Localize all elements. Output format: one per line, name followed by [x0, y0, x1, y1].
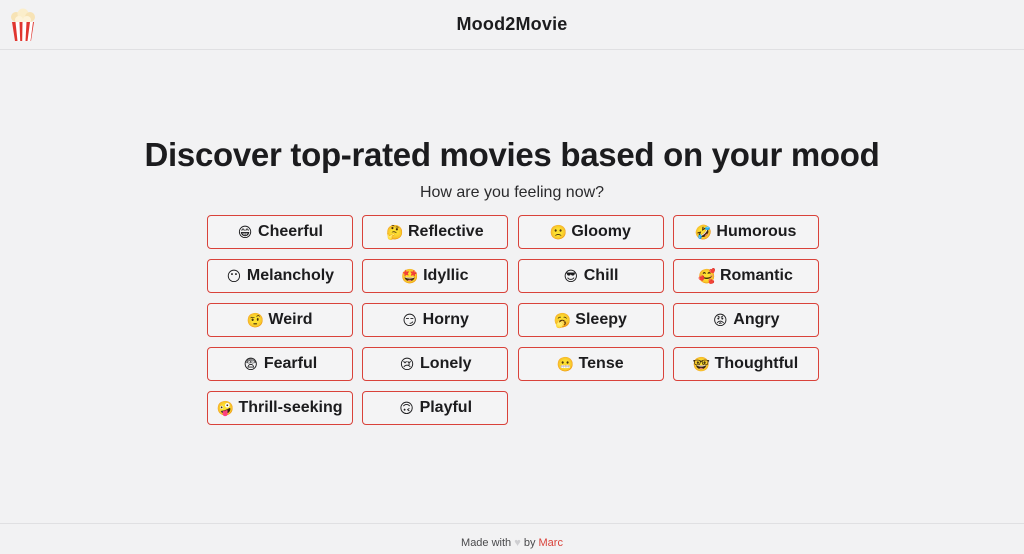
- mood-grid: 😁 Cheerful 🤔 Reflective 🙁 Gloomy 🤣 Humor…: [207, 215, 819, 425]
- mood-button-weird[interactable]: 🤨 Weird: [207, 303, 353, 337]
- nerd-face-icon: 🤓: [692, 356, 711, 372]
- mood-label: Angry: [733, 311, 780, 328]
- smiling-face-hearts-icon: 🥰: [698, 268, 716, 284]
- mood-button-sleepy[interactable]: 🥱 Sleepy: [517, 303, 664, 337]
- heart-icon: ♥: [514, 537, 521, 549]
- mood-label: Horny: [422, 311, 469, 328]
- mood-button-reflective[interactable]: 🤔 Reflective: [362, 215, 509, 249]
- yawning-face-icon: 🥱: [553, 312, 572, 328]
- mood-button-horny[interactable]: 😏 Horny: [362, 303, 509, 337]
- face-without-mouth-icon: 😶: [226, 268, 242, 284]
- mood-label: Romantic: [719, 267, 793, 284]
- mood-label: Gloomy: [571, 223, 631, 240]
- mood-label: Chill: [583, 267, 619, 284]
- mood-label: Humorous: [716, 223, 797, 240]
- upside-down-face-icon: 🙃: [399, 400, 414, 416]
- mood-button-idyllic[interactable]: 🤩 Idyllic: [362, 259, 509, 293]
- mood-label: Reflective: [408, 223, 484, 240]
- frowning-face-icon: 🙁: [549, 224, 568, 240]
- mood-label: Sleepy: [575, 311, 627, 328]
- mood-label: Lonely: [420, 355, 472, 372]
- star-struck-face-icon: 🤩: [401, 268, 419, 284]
- mood-button-fearful[interactable]: 😨 Fearful: [207, 347, 353, 381]
- mood-button-playful[interactable]: 🙃 Playful: [362, 391, 509, 425]
- footer-by: by: [523, 537, 536, 549]
- grinning-face-icon: 😁: [237, 224, 253, 240]
- main-content: Discover top-rated movies based on your …: [0, 50, 1024, 523]
- footer-made-with: Made with: [461, 537, 512, 549]
- header: Mood2Movie: [0, 0, 1024, 50]
- mood-label: Weird: [268, 311, 313, 328]
- mood-button-cheerful[interactable]: 😁 Cheerful: [207, 215, 353, 249]
- mood-label: Thrill-seeking: [238, 399, 343, 416]
- app-title: Mood2Movie: [456, 14, 568, 34]
- mood-label: Playful: [419, 399, 473, 416]
- angry-face-icon: 😡: [712, 312, 728, 328]
- footer: Made with ♥ by Marc: [0, 523, 1024, 554]
- thinking-face-icon: 🤔: [386, 224, 404, 240]
- rolling-laughing-face-icon: 🤣: [694, 224, 713, 240]
- zany-face-icon: 🤪: [216, 400, 235, 416]
- grimacing-face-icon: 😬: [556, 356, 575, 372]
- mood-button-gloomy[interactable]: 🙁 Gloomy: [517, 215, 664, 249]
- mood-label: Fearful: [263, 355, 318, 372]
- mood-button-angry[interactable]: 😡 Angry: [672, 303, 819, 337]
- mood-button-tense[interactable]: 😬 Tense: [517, 347, 664, 381]
- mood-button-romantic[interactable]: 🥰 Romantic: [672, 259, 819, 293]
- fearful-face-icon: 😨: [243, 356, 259, 372]
- page-subtitle: How are you feeling now?: [419, 184, 605, 201]
- sunglasses-face-icon: 😎: [563, 268, 579, 284]
- mood-button-humorous[interactable]: 🤣 Humorous: [672, 215, 819, 249]
- smirking-face-icon: 😏: [402, 312, 417, 328]
- mood-label: Tense: [578, 355, 624, 372]
- mood-label: Cheerful: [258, 223, 323, 240]
- mood-button-lonely[interactable]: 😢 Lonely: [362, 347, 509, 381]
- mood-button-thoughtful[interactable]: 🤓 Thoughtful: [672, 347, 819, 381]
- mood-label: Idyllic: [423, 267, 469, 284]
- page-headline: Discover top-rated movies based on your …: [144, 136, 880, 173]
- mood-label: Melancholy: [246, 267, 335, 284]
- mood-button-melancholy[interactable]: 😶 Melancholy: [207, 259, 353, 293]
- author-link[interactable]: Marc: [539, 537, 563, 549]
- raised-eyebrow-face-icon: 🤨: [246, 312, 265, 328]
- mood-label: Thoughtful: [714, 355, 799, 372]
- crying-face-icon: 😢: [399, 356, 415, 372]
- mood-button-thrill-seeking[interactable]: 🤪 Thrill-seeking: [207, 391, 353, 425]
- mood-button-chill[interactable]: 😎 Chill: [517, 259, 664, 293]
